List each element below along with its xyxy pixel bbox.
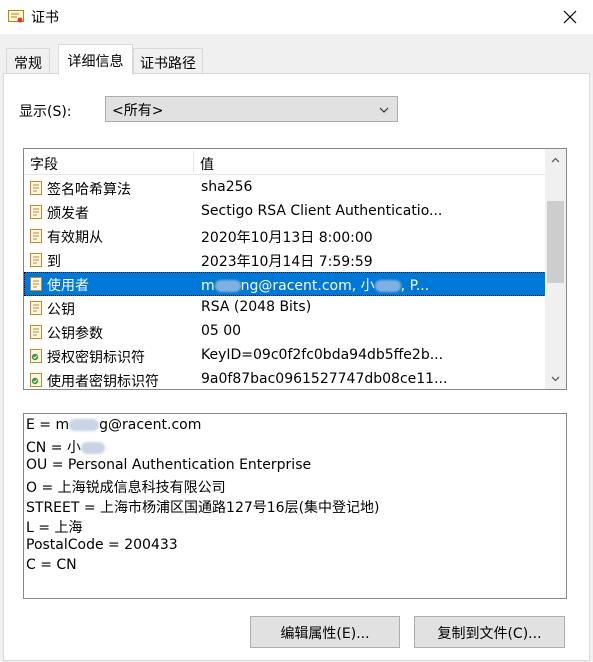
row-field: 颁发者 (47, 206, 89, 222)
list-item[interactable]: 公钥参数 05 00 (24, 320, 546, 344)
row-field: 使用者密钥标识符 (47, 374, 159, 390)
redaction-blur (374, 280, 401, 292)
chevron-up-icon (551, 157, 560, 162)
list-item[interactable]: 使用者密钥标识符 9a0f87bac0961527747db08ce11... (24, 368, 546, 390)
field-doc-icon (28, 300, 44, 316)
row-field: 到 (47, 254, 61, 270)
scroll-down-button[interactable] (545, 368, 566, 389)
row-value-part: , P... (400, 278, 430, 294)
field-doc-icon (28, 204, 44, 220)
list-rows: 签名哈希算法 sha256 颁发者 Sectigo RSA Client Aut… (24, 176, 546, 390)
scroll-up-button[interactable] (545, 149, 566, 170)
show-select-value: <所有> (112, 103, 164, 119)
row-field: 公钥 (47, 302, 75, 318)
detail-text: g@racent.com (99, 417, 202, 433)
chevron-down-icon (551, 376, 560, 381)
close-button[interactable] (547, 0, 593, 34)
tab-details[interactable]: 详细信息 (58, 44, 133, 75)
close-icon (563, 10, 577, 24)
copy-to-file-button[interactable]: 复制到文件(C)... (414, 616, 565, 648)
scroll-thumb[interactable] (547, 201, 564, 283)
list-item[interactable]: 授权密钥标识符 KeyID=09c0f2fc0bda94db5ffe2b... (24, 344, 546, 368)
list-item[interactable]: 公钥 RSA (2048 Bits) (24, 296, 546, 320)
row-value: KeyID=09c0f2fc0bda94db5ffe2b... (201, 347, 444, 363)
certificate-icon (8, 10, 24, 24)
detail-text: E = m (26, 417, 70, 433)
list-item[interactable]: 颁发者 Sectigo RSA Client Authenticatio... (24, 200, 546, 224)
field-list[interactable]: 字段 值 签名哈希算法 sha256 颁发者 Sectigo RSA Clien… (23, 148, 567, 390)
list-item-selected[interactable]: 使用者 m ng@racent.com, 小 , P... (24, 272, 546, 296)
row-field: 授权密钥标识符 (47, 350, 145, 366)
list-item[interactable]: 到 2023年10月14日 7:59:59 (24, 248, 546, 272)
list-header: 字段 值 (24, 149, 546, 175)
column-header-value[interactable]: 值 (200, 154, 214, 174)
detail-line-ou: OU = Personal Authentication Enterprise (26, 457, 312, 473)
tab-general[interactable]: 常规 (6, 48, 50, 74)
vertical-scrollbar[interactable] (545, 149, 566, 389)
detail-line-e: E = m g@racent.com (26, 417, 564, 437)
chevron-down-icon (379, 102, 389, 118)
row-value: RSA (2048 Bits) (201, 299, 312, 315)
detail-line-cn: CN = 小 (26, 437, 564, 457)
show-select[interactable]: <所有> (105, 96, 398, 122)
redaction-blur (69, 419, 100, 431)
row-field: 公钥参数 (47, 326, 103, 342)
row-value: 2020年10月13日 8:00:00 (201, 230, 373, 246)
field-doc-icon (28, 252, 44, 268)
field-doc-icon (28, 276, 44, 292)
detail-text: CN = 小 (26, 440, 81, 456)
row-value: 9a0f87bac0961527747db08ce11... (201, 371, 448, 387)
show-label: 显示(S): (19, 104, 72, 120)
row-value-part: ng@racent.com, 小 (240, 278, 375, 294)
row-value-part: m (201, 278, 215, 294)
extension-icon (28, 372, 44, 388)
detail-line-street: STREET = 上海市杨浦区国通路127号16层(集中登记地) (26, 500, 380, 516)
row-value: Sectigo RSA Client Authenticatio... (201, 203, 443, 219)
list-item[interactable]: 签名哈希算法 sha256 (24, 176, 546, 200)
field-doc-icon (28, 180, 44, 196)
row-value: 2023年10月14日 7:59:59 (201, 254, 373, 270)
tab-strip: 常规 详细信息 证书路径 (0, 44, 593, 75)
edit-properties-button[interactable]: 编辑属性(E)... (250, 616, 400, 648)
redaction-blur (214, 280, 241, 292)
detail-line-c: C = CN (26, 557, 77, 573)
row-value: m ng@racent.com, 小 , P... (201, 275, 541, 295)
column-divider[interactable] (193, 151, 194, 173)
title-bar: 证书 (0, 0, 593, 34)
row-field: 有效期从 (47, 230, 103, 246)
row-value: sha256 (201, 179, 253, 195)
tab-cert-path[interactable]: 证书路径 (133, 48, 203, 74)
redaction-blur (80, 442, 105, 454)
field-detail-box[interactable]: E = m g@racent.com CN = 小 OU = Personal A… (23, 413, 567, 599)
row-field: 签名哈希算法 (47, 182, 131, 198)
field-doc-icon (28, 324, 44, 340)
column-header-field[interactable]: 字段 (30, 154, 58, 174)
list-item[interactable]: 有效期从 2020年10月13日 8:00:00 (24, 224, 546, 248)
detail-line-o: O = 上海锐成信息科技有限公司 (26, 480, 226, 496)
row-field: 使用者 (47, 278, 89, 294)
detail-line-l: L = 上海 (26, 520, 83, 536)
extension-icon (28, 348, 44, 364)
detail-line-postal: PostalCode = 200433 (26, 537, 178, 553)
window-title: 证书 (31, 10, 59, 26)
row-value: 05 00 (201, 323, 242, 339)
field-doc-icon (28, 228, 44, 244)
